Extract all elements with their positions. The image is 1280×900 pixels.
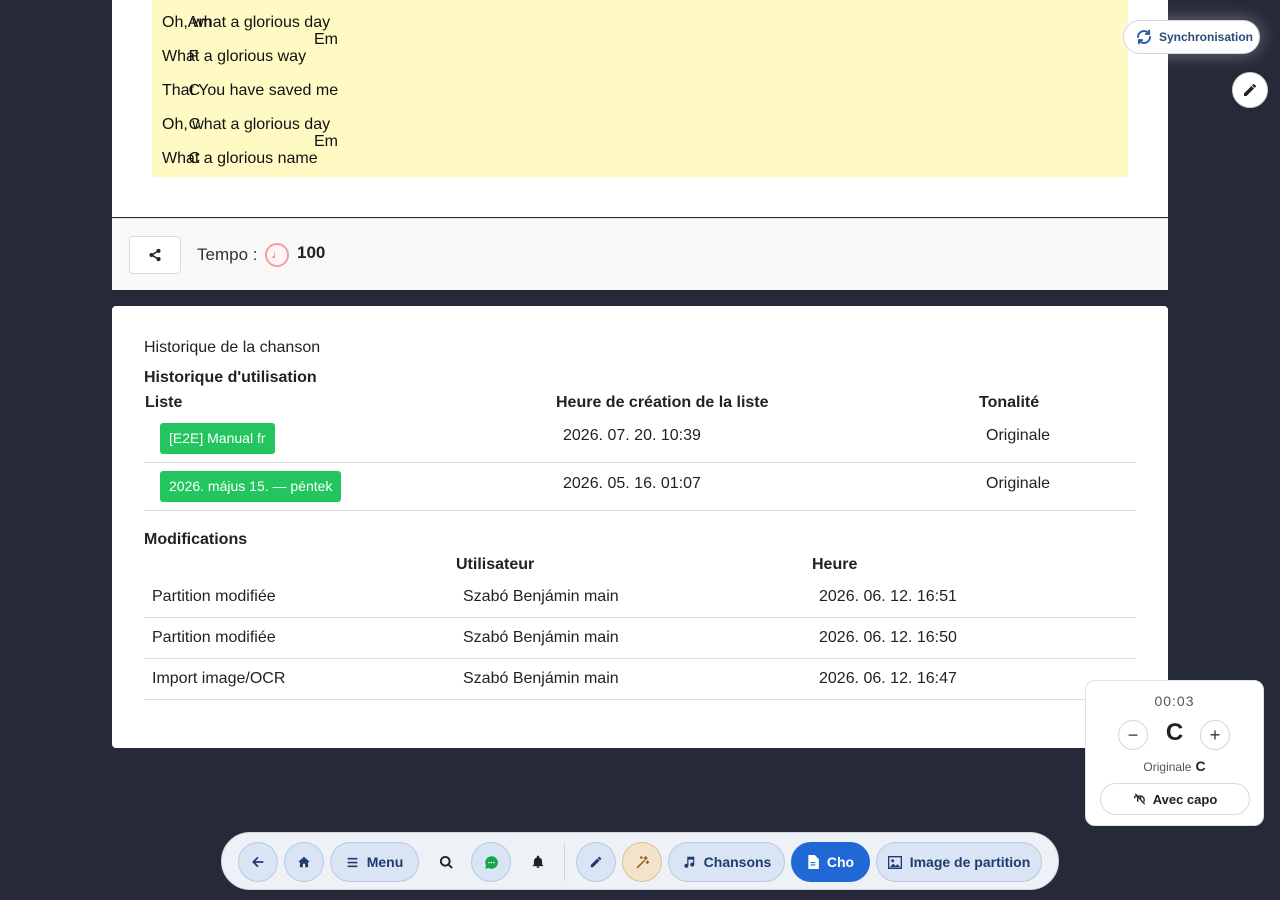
original-label: Originale: [1143, 760, 1192, 774]
transpose-widget: 00:03 C − + Originale C Avec capo: [1085, 680, 1264, 826]
capo-label: Avec capo: [1152, 791, 1218, 807]
edit-song-button[interactable]: [576, 842, 616, 882]
chat-button[interactable]: [471, 842, 511, 882]
metronome-icon[interactable]: ♩: [265, 243, 289, 267]
magic-button[interactable]: [622, 842, 662, 882]
modification-user: Szabó Benjámin main: [463, 588, 619, 605]
timer: 00:03: [1154, 693, 1195, 709]
modification-action: Partition modifiée: [152, 588, 276, 605]
sync-label: Synchronisation: [1159, 30, 1254, 44]
lyric-line: What a glorious way: [162, 48, 307, 65]
modification-action: Import image/OCR: [152, 670, 286, 687]
table-row: Partition modifiée Szabó Benjámin main 2…: [144, 618, 1136, 659]
music-note-icon: [682, 855, 696, 869]
history-card: Historique de la chanson Historique d'ut…: [112, 306, 1168, 748]
search-icon: [439, 855, 454, 870]
home-button[interactable]: [284, 842, 324, 882]
column-header-time: Heure: [812, 556, 858, 573]
arrow-left-icon: [251, 855, 265, 869]
hamburger-icon: [346, 856, 359, 869]
column-header-created: Heure de création de la liste: [556, 394, 769, 411]
minus-icon: −: [1127, 724, 1139, 745]
table-row: [E2E] Manual fr 2026. 07. 20. 10:39 Orig…: [144, 415, 1136, 463]
sync-button[interactable]: Synchronisation: [1123, 20, 1260, 54]
modification-time: 2026. 06. 12. 16:51: [819, 588, 957, 605]
capo-icon: [1133, 792, 1147, 806]
table-row: 2026. május 15. — péntek 2026. 05. 16. 0…: [144, 463, 1136, 511]
transpose-down-button[interactable]: −: [1118, 720, 1148, 750]
sheet-image-label: Image de partition: [909, 854, 1031, 870]
notifications-button[interactable]: [518, 842, 558, 882]
history-title: Historique de la chanson: [144, 339, 321, 356]
column-header-user: Utilisateur: [456, 556, 535, 573]
lyric-line: Oh, what a glorious day: [162, 14, 331, 31]
toolbar-divider: [564, 843, 565, 881]
modification-action: Partition modifiée: [152, 629, 276, 646]
current-key: C: [1165, 719, 1184, 746]
lyric-line: Oh, what a glorious day: [162, 116, 331, 133]
modification-user: Szabó Benjámin main: [463, 629, 619, 646]
back-button[interactable]: [238, 842, 278, 882]
edit-button[interactable]: [1232, 72, 1268, 108]
file-icon: [807, 855, 819, 869]
lyrics-box: Am Em Oh, what a glorious day F What a g…: [152, 0, 1128, 177]
chord-line: C: [162, 133, 201, 167]
key-value: Originale: [986, 475, 1051, 492]
tempo-card: Tempo : ♩ 100: [112, 218, 1168, 290]
magic-wand-icon: [635, 855, 650, 870]
home-icon: [297, 855, 311, 869]
share-icon: [148, 248, 162, 262]
chord-line: F: [162, 31, 199, 65]
usage-history-title: Historique d'utilisation: [144, 369, 317, 386]
image-icon: [887, 855, 902, 869]
chat-icon: [484, 855, 499, 870]
lyrics-card: Am Em Oh, what a glorious day F What a g…: [112, 0, 1168, 217]
chord-line: C Em: [162, 99, 338, 150]
cho-label: Cho: [826, 854, 855, 870]
original-key-row: Originale C: [1086, 758, 1263, 774]
modification-user: Szabó Benjámin main: [463, 670, 619, 687]
column-header-list: Liste: [145, 394, 183, 411]
created-time: 2026. 05. 16. 01:07: [563, 475, 701, 492]
plus-icon: +: [1209, 724, 1221, 745]
table-row: Partition modifiée Szabó Benjámin main 2…: [144, 577, 1136, 618]
list-badge[interactable]: 2026. május 15. — péntek: [160, 471, 342, 502]
modifications-title: Modifications: [144, 531, 248, 548]
tempo-value: 100: [297, 243, 326, 262]
modification-time: 2026. 06. 12. 16:47: [819, 670, 957, 687]
lyric-line: What a glorious name: [162, 150, 318, 167]
lyric-line: That You have saved me: [162, 82, 339, 99]
column-header-key: Tonalité: [979, 394, 1040, 411]
table-row: Import image/OCR Szabó Benjámin main 202…: [144, 659, 1136, 700]
bell-icon: [531, 855, 545, 869]
bottom-toolbar: Menu Chansons Cho Image de partition: [221, 832, 1059, 890]
list-badge[interactable]: [E2E] Manual fr: [160, 423, 275, 454]
search-button[interactable]: [426, 842, 466, 882]
transpose-up-button[interactable]: +: [1200, 720, 1230, 750]
chord-line: C: [162, 65, 201, 99]
key-value: Originale: [986, 427, 1051, 444]
pencil-icon: [1242, 82, 1258, 98]
cho-button[interactable]: Cho: [791, 842, 870, 882]
sheet-image-button[interactable]: Image de partition: [876, 842, 1042, 882]
created-time: 2026. 07. 20. 10:39: [563, 427, 701, 444]
original-key: C: [1195, 758, 1206, 774]
songs-label: Chansons: [703, 854, 772, 870]
menu-button[interactable]: Menu: [330, 842, 419, 882]
pencil-icon: [589, 855, 603, 869]
modification-time: 2026. 06. 12. 16:50: [819, 629, 957, 646]
capo-button[interactable]: Avec capo: [1100, 783, 1250, 815]
songs-button[interactable]: Chansons: [668, 842, 785, 882]
chord: Em: [314, 133, 338, 150]
menu-label: Menu: [366, 854, 404, 870]
share-button[interactable]: [129, 236, 181, 274]
tempo-label: Tempo :: [197, 245, 258, 264]
sync-icon: [1135, 28, 1153, 46]
chord: Em: [314, 31, 338, 48]
chord-line: Am Em: [162, 0, 338, 48]
